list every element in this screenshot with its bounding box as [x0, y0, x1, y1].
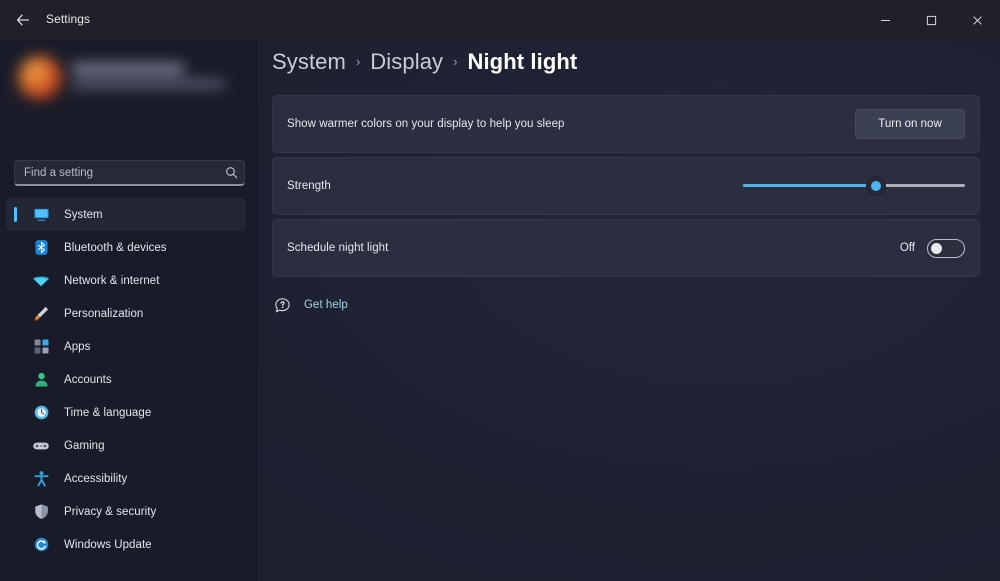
sidebar-item-label: Privacy & security [64, 505, 157, 518]
search-box[interactable] [14, 160, 245, 186]
schedule-label: Schedule night light [287, 242, 389, 254]
profile-email-redacted [72, 80, 224, 88]
settings-cards: Show warmer colors on your display to he… [272, 95, 980, 281]
paintbrush-icon [30, 303, 52, 325]
sidebar-item-label: Network & internet [64, 274, 160, 287]
sidebar: System Bluetooth & devices [0, 40, 258, 581]
strength-control [743, 173, 965, 199]
maximize-button[interactable] [908, 0, 954, 40]
night-light-description: Show warmer colors on your display to he… [287, 118, 565, 130]
sidebar-item-personalization[interactable]: Personalization [6, 297, 246, 330]
search-icon[interactable] [218, 166, 244, 179]
get-help-link[interactable]: Get help [272, 295, 348, 315]
close-button[interactable] [954, 0, 1000, 40]
maximize-icon [926, 15, 936, 25]
main-content: System › Display › Night light Show warm… [258, 40, 1000, 581]
slider-thumb[interactable] [867, 177, 886, 195]
breadcrumb-system[interactable]: System [272, 49, 346, 75]
back-arrow-icon [16, 14, 30, 26]
strength-slider[interactable] [743, 173, 965, 199]
game-controller-icon [30, 435, 52, 457]
sidebar-item-label: Gaming [64, 439, 105, 452]
turn-on-now-button[interactable]: Turn on now [855, 109, 965, 139]
bluetooth-icon [30, 237, 52, 259]
profile-name-redacted [72, 64, 184, 73]
sidebar-item-apps[interactable]: Apps [6, 330, 246, 363]
sidebar-item-windows-update[interactable]: Windows Update [6, 528, 246, 561]
sidebar-nav: System Bluetooth & devices Network & int… [0, 198, 258, 561]
sidebar-item-system[interactable]: System [6, 198, 246, 231]
sidebar-item-accounts[interactable]: Accounts [6, 363, 246, 396]
apps-grid-icon [30, 336, 52, 358]
sidebar-item-gaming[interactable]: Gaming [6, 429, 246, 462]
accessibility-icon [30, 468, 52, 490]
sidebar-item-label: Accounts [64, 373, 112, 386]
chevron-right-icon: › [355, 54, 361, 69]
sidebar-item-bluetooth-devices[interactable]: Bluetooth & devices [6, 231, 246, 264]
clock-globe-icon [30, 402, 52, 424]
close-icon [972, 15, 982, 25]
user-profile-redacted[interactable] [14, 48, 244, 108]
breadcrumb-display[interactable]: Display [370, 49, 443, 75]
night-light-actions: Turn on now [855, 109, 965, 139]
slider-fill [743, 184, 877, 187]
schedule-toggle-switch[interactable] [927, 238, 965, 258]
sidebar-item-label: Bluetooth & devices [64, 241, 167, 254]
person-icon [30, 369, 52, 391]
help-question-bubble-icon [272, 295, 292, 315]
sidebar-item-network-internet[interactable]: Network & internet [6, 264, 246, 297]
schedule-control: Off [899, 238, 965, 258]
minimize-icon [880, 19, 890, 21]
page-title: Night light [467, 49, 578, 74]
strength-card: Strength [272, 157, 980, 215]
sidebar-item-label: Time & language [64, 406, 152, 419]
wifi-icon [30, 270, 52, 292]
sidebar-item-label: Personalization [64, 307, 144, 320]
sidebar-item-label: Accessibility [64, 472, 128, 485]
sidebar-item-label: Windows Update [64, 538, 152, 551]
sidebar-item-time-language[interactable]: Time & language [6, 396, 246, 429]
minimize-button[interactable] [862, 0, 908, 40]
sidebar-item-label: Apps [64, 340, 91, 353]
sidebar-item-privacy-security[interactable]: Privacy & security [6, 495, 246, 528]
shield-icon [30, 501, 52, 523]
get-help-label: Get help [304, 299, 348, 311]
monitor-icon [30, 204, 52, 226]
night-light-card: Show warmer colors on your display to he… [272, 95, 980, 153]
toggle-knob [931, 242, 942, 254]
search-input[interactable] [15, 166, 218, 179]
settings-window: Settings Find a setting System Bluetooth… [0, 0, 1000, 581]
update-refresh-icon [30, 534, 52, 556]
avatar [18, 56, 62, 100]
window-controls [862, 0, 1000, 40]
chevron-right-icon: › [453, 54, 458, 69]
schedule-night-light-card: Schedule night light Off [272, 219, 980, 277]
sidebar-item-label: System [64, 208, 103, 221]
back-button[interactable] [8, 6, 38, 34]
strength-label: Strength [287, 180, 331, 192]
title-bar: Settings [0, 0, 1000, 40]
sidebar-item-accessibility[interactable]: Accessibility [6, 462, 246, 495]
app-title: Settings [46, 12, 91, 26]
breadcrumb: System › Display › Night light [272, 49, 577, 75]
toggle-state-label: Off [899, 242, 915, 254]
